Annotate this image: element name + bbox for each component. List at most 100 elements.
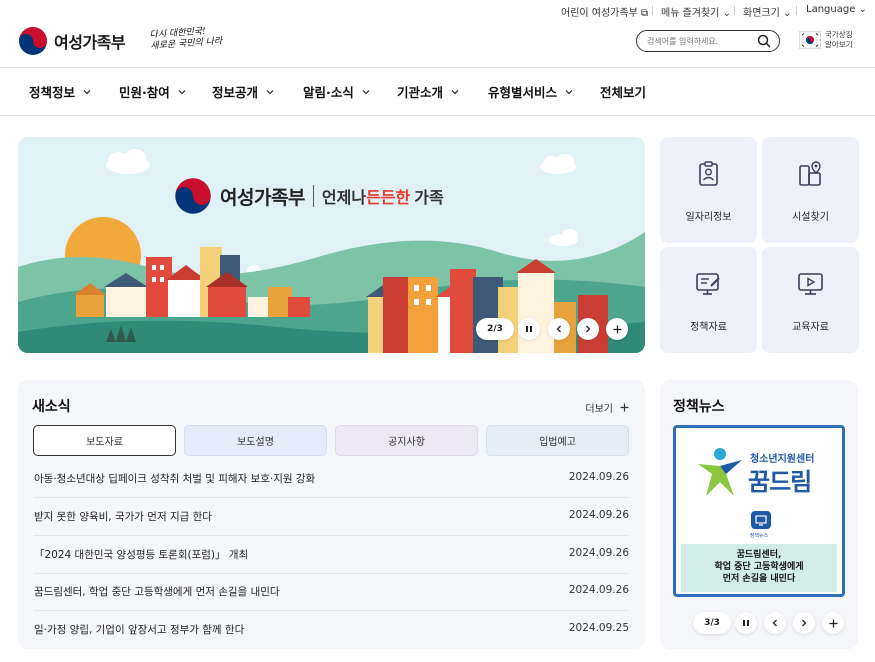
chevron-right-icon bbox=[586, 325, 591, 333]
chevron-down-icon: ⌄ bbox=[722, 8, 731, 19]
nav-item-disclosure[interactable]: 정보공개 bbox=[212, 82, 274, 101]
chevron-left-icon bbox=[556, 325, 561, 333]
nav-item-services[interactable]: 유형별서비스 bbox=[488, 82, 573, 101]
policy-more-button[interactable] bbox=[822, 612, 844, 634]
policy-pause-button[interactable] bbox=[735, 612, 757, 634]
dream-mascot-icon bbox=[698, 448, 742, 496]
logo-text: 여성가족부 bbox=[54, 33, 126, 52]
list-item[interactable]: 꿈드림센터, 학업 중단 고등학생에게 먼저 손길을 내민다 2024.09.2… bbox=[34, 573, 629, 611]
map-pin-icon bbox=[799, 161, 821, 186]
kids-site-label: 어린이 여성가족부 bbox=[561, 8, 638, 19]
policy-news-title: 정책뉴스 bbox=[673, 399, 725, 415]
list-item[interactable]: 받지 못한 양육비, 국가가 먼저 지급 한다 2024.09.26 bbox=[34, 498, 629, 536]
hero-banner[interactable]: 여성가족부 언제나 든든한 가족 2/3 bbox=[18, 137, 645, 353]
chevron-down-icon bbox=[362, 89, 370, 94]
nav-label: 정보공개 bbox=[212, 85, 259, 100]
list-item[interactable]: 일·가정 양립, 기업이 앞장서고 정부가 함께 한다 2024.09.25 bbox=[34, 611, 629, 649]
quick-link-label: 정책자료 bbox=[690, 322, 727, 333]
quick-link-education[interactable]: 교육자료 bbox=[762, 247, 859, 353]
kids-site-link[interactable]: 어린이 여성가족부 ⧉ bbox=[561, 4, 648, 19]
language-menu[interactable]: Language ⌄ bbox=[806, 4, 867, 15]
caption-line: 먼저 손길을 내민다 bbox=[722, 574, 796, 584]
nav-label: 전체보기 bbox=[600, 85, 647, 100]
chevron-down-icon bbox=[178, 89, 186, 94]
taegeuk-logo-icon bbox=[175, 178, 211, 214]
quick-link-policy-materials[interactable]: 정책자료 bbox=[660, 247, 757, 353]
chevron-down-icon bbox=[451, 89, 459, 94]
chevron-down-icon: ⌄ bbox=[858, 4, 867, 15]
list-item[interactable]: 「2024 대한민국 양성평등 토론회(포럼)」 개최 2024.09.26 bbox=[34, 536, 629, 574]
list-item[interactable]: 아동·청소년대상 딥페이크 성착취 처벌 및 피해자 보호·지원 강화 2024… bbox=[34, 460, 629, 498]
nav-item-all[interactable]: 전체보기 bbox=[600, 82, 646, 101]
language-label: Language bbox=[806, 4, 856, 15]
news-item-date: 2024.09.26 bbox=[568, 547, 629, 559]
screen-size-label: 화면크기 bbox=[743, 8, 780, 19]
news-more-link[interactable]: 더보기 bbox=[585, 400, 629, 415]
nav-label: 유형별서비스 bbox=[488, 85, 558, 100]
chevron-down-icon bbox=[565, 89, 573, 94]
document-pen-icon bbox=[696, 273, 720, 295]
tab-legislation[interactable]: 입법예고 bbox=[486, 425, 629, 456]
quick-link-label: 시설찾기 bbox=[792, 212, 829, 223]
national-symbol-link[interactable]: 국가상징 알아보기 bbox=[825, 30, 853, 50]
quick-link-label: 교육자료 bbox=[792, 322, 829, 333]
search-icon[interactable] bbox=[757, 34, 771, 48]
national-flag-icon[interactable] bbox=[799, 31, 821, 49]
news-item-title: 받지 못한 양육비, 국가가 먼저 지급 한다 bbox=[34, 511, 212, 523]
slogan: 다시 대한민국! 새로운 국민의 나라 bbox=[149, 26, 222, 53]
nav-label: 기관소개 bbox=[397, 85, 444, 100]
hero-counter: 2/3 bbox=[476, 318, 514, 340]
nav-label: 민원·참여 bbox=[119, 85, 170, 100]
news-item-date: 2024.09.25 bbox=[568, 622, 629, 634]
policy-news-card[interactable]: 청소년지원센터 꿈드림 정책뉴스 꿈드림센터, 학업 중단 고등학생에게 먼저 … bbox=[673, 425, 845, 597]
nav-item-civil[interactable]: 민원·참여 bbox=[119, 82, 186, 101]
hero-brand: 여성가족부 언제나 든든한 가족 bbox=[174, 177, 444, 215]
hero-prev-button[interactable] bbox=[548, 318, 570, 340]
caption-line: 꿈드림센터, bbox=[736, 550, 782, 560]
policy-news-panel: 정책뉴스 청소년지원센터 꿈드림 정책뉴스 꿈드림센터, 학업 중단 고등학생에… bbox=[660, 380, 858, 649]
tab-press-explanation[interactable]: 보도설명 bbox=[184, 425, 327, 456]
news-item-title: 일·가정 양립, 기업이 앞장서고 정부가 함께 한다 bbox=[34, 624, 245, 636]
news-item-title: 「2024 대한민국 양성평등 토론회(포럼)」 개최 bbox=[34, 549, 249, 561]
plus-icon bbox=[620, 403, 629, 412]
chevron-left-icon bbox=[772, 619, 777, 627]
pause-icon bbox=[526, 326, 532, 332]
chevron-down-icon bbox=[83, 89, 91, 94]
pause-icon bbox=[743, 620, 749, 626]
hero-brand-text: 여성가족부 bbox=[220, 186, 305, 209]
tab-press-release[interactable]: 보도자료 bbox=[33, 425, 176, 456]
site-logo[interactable]: 여성가족부 bbox=[18, 26, 126, 56]
policy-prev-button[interactable] bbox=[764, 612, 786, 634]
screen-size-menu[interactable]: 화면크기 ⌄ bbox=[743, 4, 791, 19]
favorites-menu[interactable]: 메뉴 즐겨찾기 ⌄ bbox=[661, 4, 731, 19]
hero-next-button[interactable] bbox=[577, 318, 599, 340]
news-title: 새소식 bbox=[32, 399, 71, 415]
nav-item-about[interactable]: 기관소개 bbox=[397, 82, 459, 101]
chevron-down-icon: ⌄ bbox=[783, 8, 792, 19]
plus-icon bbox=[829, 619, 837, 627]
quick-link-facilities[interactable]: 시설찾기 bbox=[762, 137, 859, 243]
tv-icon bbox=[751, 511, 771, 529]
symbol-line: 국가상징 bbox=[825, 30, 853, 39]
search-input[interactable] bbox=[647, 34, 757, 48]
symbol-line: 알아보기 bbox=[825, 40, 853, 49]
hero-more-button[interactable] bbox=[606, 318, 628, 340]
divider bbox=[0, 67, 875, 68]
tab-notice[interactable]: 공지사항 bbox=[335, 425, 478, 456]
hero-pause-button[interactable] bbox=[518, 318, 540, 340]
card-main-title: 꿈드림 bbox=[748, 468, 812, 496]
divider bbox=[312, 185, 314, 207]
quick-link-jobs[interactable]: 일자리정보 bbox=[660, 137, 757, 243]
policy-counter: 3/3 bbox=[693, 612, 731, 634]
external-link-icon: ⧉ bbox=[640, 8, 649, 19]
nav-label: 알림·소식 bbox=[303, 85, 354, 100]
card-caption: 꿈드림센터, 학업 중단 고등학생에게 먼저 손길을 내민다 bbox=[681, 549, 837, 585]
nav-item-news[interactable]: 알림·소식 bbox=[303, 82, 370, 101]
divider bbox=[652, 6, 653, 15]
policy-next-button[interactable] bbox=[793, 612, 815, 634]
caption-line: 학업 중단 고등학생에게 bbox=[714, 562, 804, 572]
plus-icon bbox=[613, 325, 621, 333]
chevron-right-icon bbox=[802, 619, 807, 627]
nav-item-policy[interactable]: 정책정보 bbox=[29, 82, 91, 101]
news-item-date: 2024.09.26 bbox=[568, 509, 629, 521]
